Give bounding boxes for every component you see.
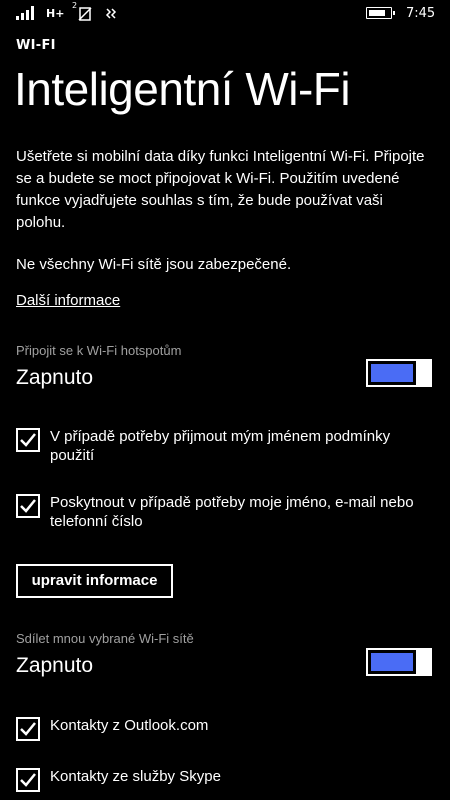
edit-info-button[interactable]: upravit informace — [16, 564, 173, 598]
accept-terms-label: V případě potřeby přijmout mým jménem po… — [50, 428, 391, 464]
sim-number: 2 — [72, 1, 78, 10]
toggle-track — [366, 359, 418, 387]
skype-contacts-checkbox[interactable] — [16, 768, 40, 792]
toggle-track — [366, 648, 418, 676]
status-bar: H+ 2 7:45 — [0, 0, 450, 28]
clock: 7:45 — [406, 6, 436, 21]
hotspots-toggle[interactable] — [366, 359, 432, 387]
signal-icon — [16, 6, 38, 20]
hotspots-label: Připojit se k Wi-Fi hotspotům — [16, 343, 182, 358]
vibrate-icon — [104, 6, 120, 20]
security-note: Ne všechny Wi-Fi sítě jsou zabezpečené. — [16, 256, 292, 273]
hotspots-status: Zapnuto — [16, 366, 94, 389]
accept-terms-checkbox[interactable] — [16, 428, 40, 452]
checkmark-icon — [20, 499, 36, 513]
checkmark-icon — [20, 773, 36, 787]
app-title: WI-FI — [16, 38, 56, 53]
toggle-thumb — [418, 359, 432, 387]
checkmark-icon — [20, 433, 36, 447]
share-contact-checkbox[interactable] — [16, 494, 40, 518]
toggle-thumb — [418, 648, 432, 676]
checkmark-icon — [20, 722, 36, 736]
page-title: Inteligentní Wi-Fi — [14, 63, 351, 115]
outlook-contacts-checkbox[interactable] — [16, 717, 40, 741]
sharing-label: Sdílet mnou vybrané Wi-Fi sítě — [16, 631, 194, 646]
toggle-fill — [371, 653, 413, 671]
share-contact-label: Poskytnout v případě potřeby moje jméno,… — [50, 494, 414, 530]
no-sim-icon — [78, 6, 92, 21]
more-info-link[interactable]: Další informace — [16, 292, 120, 309]
outlook-contacts-label: Kontakty z Outlook.com — [50, 717, 209, 734]
battery-icon — [366, 7, 395, 19]
intro-paragraph: Ušetřete si mobilní data díky funkci Int… — [16, 148, 425, 231]
sharing-status: Zapnuto — [16, 654, 94, 677]
toggle-fill — [371, 364, 413, 382]
network-type: H+ — [46, 7, 65, 20]
skype-contacts-label: Kontakty ze služby Skype — [50, 768, 221, 785]
sharing-toggle[interactable] — [366, 648, 432, 676]
